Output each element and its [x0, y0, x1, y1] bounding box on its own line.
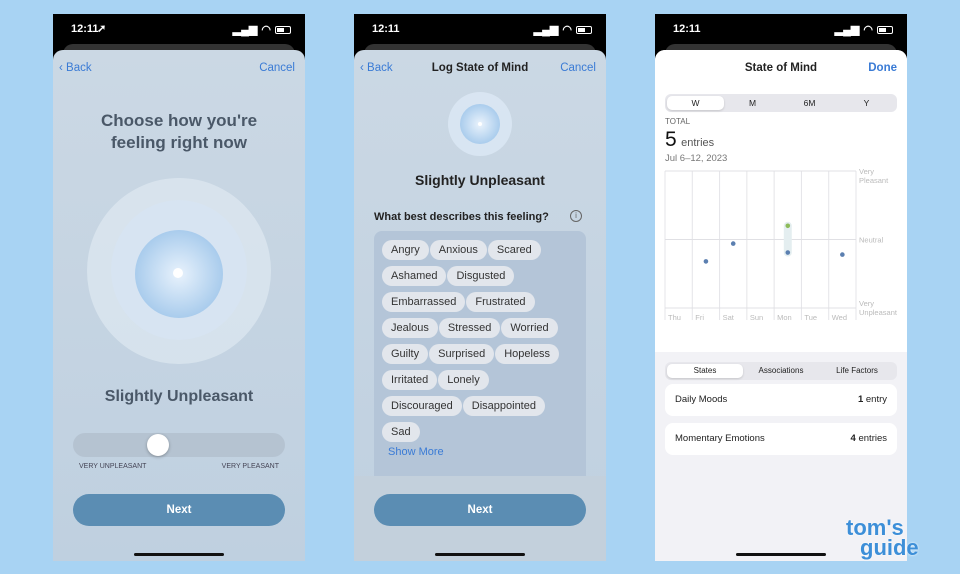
row-momentary-emotions[interactable]: Momentary Emotions 4 entries — [665, 423, 897, 455]
tab-life-factors[interactable]: Life Factors — [819, 364, 895, 378]
back-button[interactable]: ‹ Back — [59, 62, 92, 74]
x-tick-label: Sun — [750, 313, 763, 322]
category-tabs: States Associations Life Factors — [665, 362, 897, 380]
emotion-chip[interactable]: Embarrassed — [382, 292, 466, 312]
range-m[interactable]: M — [724, 96, 781, 110]
x-tick-label: Wed — [832, 313, 847, 322]
info-icon[interactable]: i — [570, 210, 582, 222]
home-indicator — [134, 553, 224, 556]
emotion-chip[interactable]: Guilty — [382, 344, 429, 364]
sheet: State of Mind Done W M 6M Y TOTAL 5 entries … — [655, 50, 907, 561]
emotion-chip[interactable]: Frustrated — [466, 292, 535, 312]
emotion-chip[interactable]: Sad — [382, 422, 420, 442]
battery-icon — [877, 25, 893, 34]
x-tick-label: Sat — [723, 313, 735, 322]
question-label: What best describes this feeling? — [374, 211, 549, 223]
tab-associations[interactable]: Associations — [743, 364, 819, 378]
phone-screen-choose-feeling: 12:11 ➚ ▂▄▆ ◠ ‹ Back Cancel Choose how you'… — [53, 14, 305, 561]
status-bar: 12:11 ▂▄▆ ◠ — [354, 14, 606, 44]
emotion-chip[interactable]: Disgusted — [447, 266, 515, 286]
total-label: TOTAL — [665, 117, 691, 126]
emotion-chip[interactable]: Worried — [501, 318, 558, 338]
clock: 12:11 — [372, 23, 400, 35]
battery-icon — [275, 25, 291, 34]
emotion-chip[interactable]: Surprised — [429, 344, 495, 364]
cancel-button[interactable]: Cancel — [259, 62, 295, 74]
toms-guide-logo: tom's guide — [846, 515, 919, 560]
phone-screen-log-state: 12:11 ▂▄▆ ◠ ‹ Back Log State of Mind Cancel… — [354, 14, 606, 561]
emotion-chip-list: Angry Anxious Scared Ashamed Disgusted Embarr… — [374, 231, 586, 501]
next-button[interactable]: Next — [73, 494, 285, 526]
show-more-link[interactable]: Show More — [382, 446, 578, 458]
y-label-very-unpleasant: Very — [859, 299, 874, 308]
emotion-chip[interactable]: Angry — [382, 240, 429, 260]
status-bar: 12:11 ➚ ▂▄▆ ◠ — [53, 14, 305, 44]
valence-slider[interactable] — [73, 433, 285, 457]
signal-icon: ▂▄▆ — [232, 24, 258, 36]
phone-screen-state-of-mind-summary: 12:11 ▂▄▆ ◠ State of Mind Done W M 6M Y TOTAL… — [655, 14, 907, 561]
y-label-neutral: Neutral — [859, 236, 884, 245]
range-w[interactable]: W — [667, 96, 724, 110]
emotion-chip[interactable]: Hopeless — [495, 344, 560, 364]
slider-max-label: VERY PLEASANT — [221, 463, 279, 470]
slider-min-label: VERY UNPLEASANT — [79, 463, 147, 470]
sheet: ‹ Back Log State of Mind Cancel Slightly U… — [354, 50, 606, 561]
data-point-wed — [840, 252, 845, 257]
range-y[interactable]: Y — [838, 96, 895, 110]
emotion-chip[interactable]: Irritated — [382, 370, 438, 390]
sheet: ‹ Back Cancel Choose how you're feeling ri… — [53, 50, 305, 561]
x-tick-label: Fri — [695, 313, 704, 322]
home-indicator — [435, 553, 525, 556]
data-point-fri — [703, 259, 709, 264]
emotion-chip[interactable]: Scared — [487, 240, 541, 260]
tab-states[interactable]: States — [667, 364, 743, 378]
x-tick-label: Thu — [668, 313, 681, 322]
x-tick-label: Mon — [777, 313, 792, 322]
wifi-icon: ◠ — [863, 24, 873, 36]
signal-icon: ▂▄▆ — [533, 24, 559, 36]
cancel-button[interactable]: Cancel — [560, 62, 596, 74]
emotion-chip[interactable]: Disappointed — [462, 396, 545, 416]
row-daily-moods[interactable]: Daily Moods 1 entry — [665, 384, 897, 416]
emotion-chip[interactable]: Ashamed — [382, 266, 447, 286]
data-point-mon — [785, 223, 791, 229]
wifi-icon: ◠ — [261, 24, 271, 36]
clock: 12:11 — [673, 23, 701, 35]
signal-icon: ▂▄▆ — [834, 24, 860, 36]
emotion-chip[interactable]: Discouraged — [382, 396, 462, 416]
data-point-sat — [730, 241, 736, 246]
done-button[interactable]: Done — [868, 62, 897, 74]
next-button[interactable]: Next — [374, 494, 586, 526]
page-title: Choose how you're feeling right now — [100, 111, 258, 152]
mood-label: Slightly Unpleasant — [415, 172, 545, 188]
range-selector: W M 6M Y — [665, 94, 897, 112]
x-tick-label: Tue — [804, 313, 817, 322]
y-label-very-pleasant: Pleasant — [859, 176, 889, 185]
emotion-chip[interactable]: Jealous — [382, 318, 438, 338]
y-label-very-unpleasant: Unpleasant — [859, 308, 898, 317]
home-indicator — [736, 553, 826, 556]
total-value: 5 entries — [665, 128, 715, 151]
data-point-mon — [785, 250, 791, 255]
battery-icon — [576, 25, 592, 34]
slider-thumb[interactable] — [147, 434, 169, 456]
state-of-mind-chart: Thu Fri Sat Sun Mon Tue WedVeryPleasantNeutral… — [664, 168, 898, 322]
range-6m[interactable]: 6M — [781, 96, 838, 110]
clock: 12:11 — [71, 23, 99, 35]
wifi-icon: ◠ — [562, 24, 572, 36]
y-label-very-pleasant: Very — [859, 168, 874, 176]
date-range: Jul 6–12, 2023 — [665, 153, 728, 164]
status-bar: 12:11 ▂▄▆ ◠ — [655, 14, 907, 44]
emotion-chip[interactable]: Anxious — [429, 240, 487, 260]
mood-label: Slightly Unpleasant — [104, 388, 254, 405]
emotion-chip[interactable]: Lonely — [438, 370, 489, 390]
location-icon: ➚ — [97, 23, 107, 35]
emotion-chip[interactable]: Stressed — [438, 318, 501, 338]
